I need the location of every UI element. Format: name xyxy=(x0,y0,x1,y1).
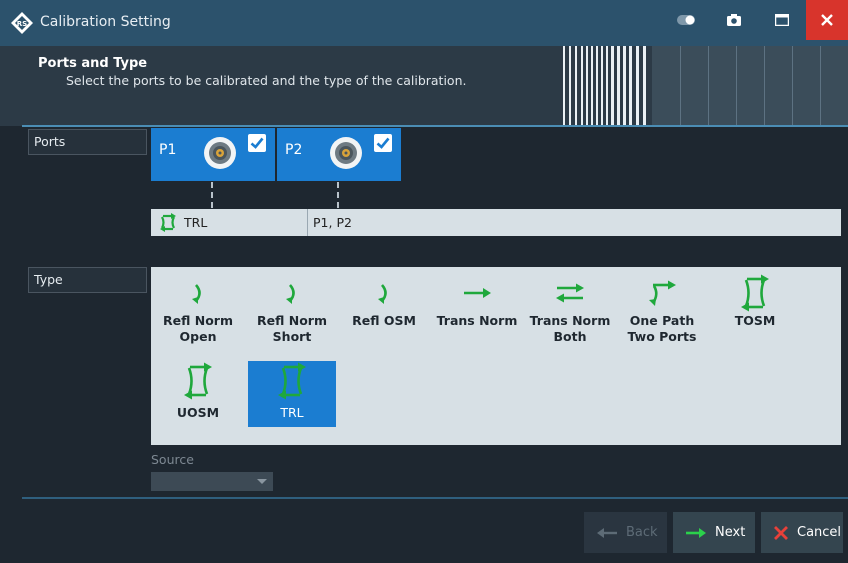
port-checkbox[interactable] xyxy=(374,134,392,152)
refl-icon xyxy=(286,284,295,304)
next-button[interactable]: Next xyxy=(673,512,755,553)
port-name: P1 xyxy=(159,142,177,158)
rohde-schwarz-logo-icon: RS xyxy=(11,12,33,34)
close-icon xyxy=(821,14,833,26)
type-label-line1: Refl Norm xyxy=(163,313,233,328)
port-p2[interactable]: P2 xyxy=(277,128,401,181)
cancel-label: Cancel xyxy=(797,525,842,540)
chevron-down-icon xyxy=(257,479,267,484)
two-port-cal-icon xyxy=(741,274,769,312)
back-label: Back xyxy=(626,525,658,540)
type-trans-norm[interactable]: Trans Norm xyxy=(433,273,521,361)
two-port-cal-icon xyxy=(160,213,176,232)
header-divider xyxy=(22,125,848,127)
type-trl[interactable]: TRL xyxy=(248,361,336,427)
trans-arrow-icon xyxy=(464,288,491,298)
close-button[interactable] xyxy=(806,0,848,40)
type-label-line1: Trans Norm xyxy=(436,313,518,328)
toggle-icon xyxy=(677,15,695,25)
camera-icon xyxy=(727,14,741,26)
refl-icon xyxy=(192,284,201,304)
arrow-right-icon xyxy=(686,527,706,538)
checkmark-icon xyxy=(376,137,390,149)
header-decoration xyxy=(560,46,848,126)
back-button[interactable]: Back xyxy=(584,512,667,553)
title-bar: RS Calibration Setting xyxy=(0,0,848,46)
type-label-line1: TRL xyxy=(280,405,304,420)
connector-icon xyxy=(204,137,236,169)
trans-both-icon xyxy=(556,283,584,303)
next-label: Next xyxy=(715,525,746,540)
port-name: P2 xyxy=(285,142,303,158)
port-connector-line xyxy=(211,182,215,208)
type-label-line1: One Path xyxy=(629,313,695,328)
calibration-setting-dialog: RS Calibration Setting Ports and Type Se… xyxy=(0,0,848,563)
port-connector-line xyxy=(337,182,341,208)
source-label: Source xyxy=(151,452,194,467)
type-one-path-two-ports[interactable]: One Path Two Ports xyxy=(618,273,706,361)
port-checkbox[interactable] xyxy=(248,134,266,152)
type-uosm[interactable]: UOSM xyxy=(154,361,242,427)
type-label-line2: Open xyxy=(179,329,217,344)
maximize-icon xyxy=(775,14,789,26)
maximize-button[interactable] xyxy=(758,0,806,40)
step-header: Ports and Type Select the ports to be ca… xyxy=(0,46,848,126)
type-trans-norm-both[interactable]: Trans Norm Both xyxy=(526,273,614,361)
column-divider xyxy=(307,209,308,236)
two-port-cal-icon xyxy=(184,362,212,400)
cancel-x-icon xyxy=(774,525,788,540)
toggle-button[interactable] xyxy=(662,0,710,40)
type-label-line1: Refl OSM xyxy=(352,313,416,328)
type-label: Type xyxy=(28,267,147,293)
two-port-cal-icon xyxy=(278,362,306,400)
type-label-line1: Refl Norm xyxy=(257,313,327,328)
window-title: Calibration Setting xyxy=(40,14,171,30)
step-title: Ports and Type xyxy=(38,56,148,71)
step-subtitle: Select the ports to be calibrated and th… xyxy=(66,73,467,88)
type-label-line2: Both xyxy=(553,329,587,344)
type-label-line2: Short xyxy=(272,329,312,344)
ports-label: Ports xyxy=(28,129,147,155)
type-refl-norm-open[interactable]: Refl Norm Open xyxy=(154,273,242,361)
port-p1[interactable]: P1 xyxy=(151,128,275,181)
screenshot-button[interactable] xyxy=(710,0,758,40)
footer-divider xyxy=(22,497,848,499)
type-label-line1: TOSM xyxy=(734,313,776,328)
refl-icon xyxy=(378,284,387,304)
type-refl-osm[interactable]: Refl OSM xyxy=(340,273,428,361)
type-label-line2: Two Ports xyxy=(627,329,697,344)
calibration-ports: P1, P2 xyxy=(313,215,352,230)
source-dropdown[interactable] xyxy=(151,472,273,491)
type-label-line1: UOSM xyxy=(176,405,220,420)
type-refl-norm-short[interactable]: Refl Norm Short xyxy=(248,273,336,361)
checkmark-icon xyxy=(250,137,264,149)
calibration-type-name: TRL xyxy=(184,215,208,230)
svg-text:RS: RS xyxy=(17,20,27,28)
cancel-button[interactable]: Cancel xyxy=(761,512,843,553)
type-label-line1: Trans Norm xyxy=(529,313,611,328)
type-tosm[interactable]: TOSM xyxy=(711,273,799,361)
calibration-row[interactable]: TRL P1, P2 xyxy=(151,209,841,236)
connector-icon xyxy=(330,137,362,169)
one-path-icon xyxy=(649,280,676,306)
calibration-type-panel: Refl Norm Open Refl Norm Short Refl OSM … xyxy=(151,267,841,445)
arrow-left-icon xyxy=(597,527,617,538)
